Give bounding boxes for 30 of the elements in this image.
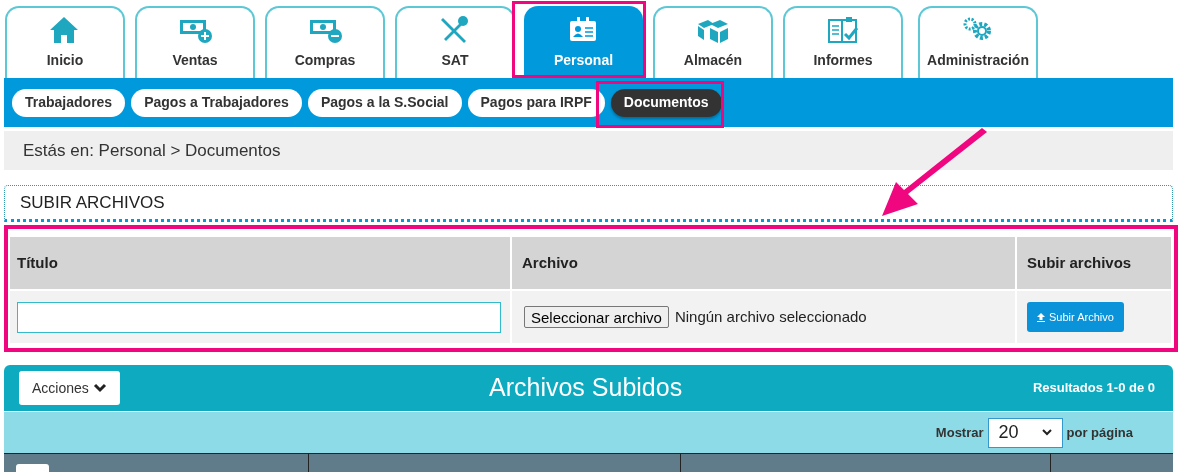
upload-icon [1037, 312, 1045, 322]
table-header-cell: Título [10, 237, 510, 289]
panel-title: SUBIR ARCHIVOS [20, 191, 165, 214]
title-input[interactable] [17, 301, 501, 333]
subnav-tab[interactable]: Trabajadores [12, 88, 126, 117]
nav-tab[interactable]: Ventas [135, 6, 255, 78]
page-size-select[interactable]: 20 [987, 417, 1063, 448]
actions-dropdown[interactable]: Acciones [19, 371, 120, 405]
subnav-tab[interactable]: Pagos a la S.Social [307, 88, 462, 117]
subnav-tab[interactable]: Pagos para IRPF [467, 88, 605, 117]
clipboards-icon [826, 14, 860, 46]
nav-tab[interactable]: Informes [783, 6, 903, 78]
panel-title: Archivos Subidos [489, 372, 683, 404]
nav-tab[interactable]: Inicio [5, 6, 125, 78]
nav-tab[interactable]: Administración [918, 6, 1038, 78]
chevron-down-icon [92, 383, 107, 393]
per-page-label: por página [1066, 423, 1133, 442]
nav-tab[interactable]: Almacén [653, 6, 773, 78]
subnav-tab[interactable]: Pagos a Trabajadores [131, 88, 302, 117]
choose-file-button[interactable]: Seleccionar archivo [524, 306, 669, 328]
nav-tab[interactable]: Compras [265, 6, 385, 78]
subnav-tab[interactable]: Documentos [610, 88, 722, 117]
show-label: Mostrar [935, 423, 984, 442]
file-status: Ningún archivo seleccionado [674, 306, 867, 327]
results-count: Resultados 1-0 de 0 [1032, 379, 1155, 398]
table-header-cell: Subir archivos [1017, 237, 1171, 289]
breadcrumb: Estás en: Personal > Documentos [23, 139, 281, 162]
table-header-cell: Archivo [512, 237, 1015, 289]
nav-tab[interactable]: SAT [395, 6, 515, 78]
chevron-down-icon [1041, 429, 1052, 436]
